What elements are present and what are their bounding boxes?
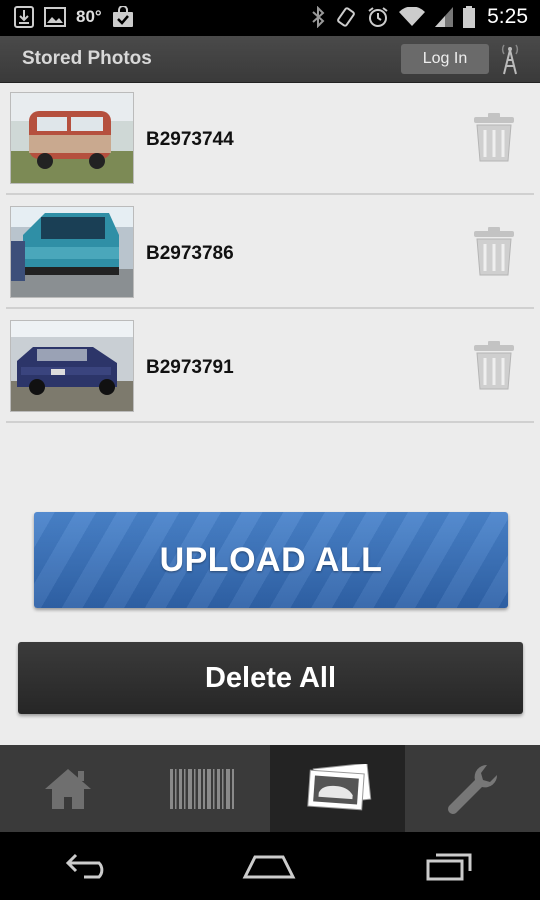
trash-icon[interactable]: [472, 113, 516, 168]
image-icon: [44, 7, 66, 27]
temperature-text: 80°: [76, 7, 102, 26]
battery-icon: [463, 6, 476, 28]
signal-tower-icon[interactable]: [497, 42, 523, 81]
upload-all-button[interactable]: UPLOAD ALL: [34, 512, 508, 608]
action-bar: Stored Photos Log In: [0, 36, 540, 83]
rotate-icon: [335, 6, 357, 28]
list-item[interactable]: B2973786: [6, 197, 534, 309]
recent-apps-icon[interactable]: [424, 851, 476, 881]
download-icon: [14, 6, 34, 28]
list-item[interactable]: B2973744: [6, 83, 534, 195]
page-title: Stored Photos: [22, 48, 152, 69]
photo-thumbnail[interactable]: [10, 320, 134, 412]
clock-time: 5:25: [487, 5, 528, 28]
stored-photo-list: B2973744 B2973786 B2973791: [0, 83, 540, 423]
tab-settings[interactable]: [405, 745, 540, 832]
photos-icon: [303, 763, 373, 814]
home-icon: [43, 767, 93, 811]
photo-code: B2973791: [146, 357, 234, 378]
system-nav-bar: [0, 832, 540, 900]
bottom-tab-bar: [0, 745, 540, 832]
shopping-bag-icon: [112, 6, 134, 28]
wifi-icon: [399, 7, 426, 27]
photo-code: B2973786: [146, 243, 234, 264]
delete-all-button[interactable]: Delete All: [18, 642, 523, 714]
alarm-icon: [367, 6, 389, 28]
list-item[interactable]: B2973791: [6, 311, 534, 423]
barcode-icon: [169, 768, 236, 809]
trash-icon[interactable]: [472, 227, 516, 282]
tab-home[interactable]: [0, 745, 135, 832]
photo-thumbnail[interactable]: [10, 206, 134, 298]
photo-code: B2973744: [146, 129, 234, 150]
login-button[interactable]: Log In: [401, 44, 489, 74]
trash-icon[interactable]: [472, 341, 516, 396]
back-icon[interactable]: [64, 851, 114, 881]
bluetooth-icon: [311, 6, 325, 28]
tab-barcode[interactable]: [135, 745, 270, 832]
tab-photos[interactable]: [270, 745, 405, 832]
cell-signal-icon: [435, 7, 454, 27]
photo-thumbnail[interactable]: [10, 92, 134, 184]
wrench-icon: [443, 761, 503, 817]
home-nav-icon[interactable]: [241, 851, 297, 881]
status-bar: 80° 5:25: [0, 0, 540, 36]
